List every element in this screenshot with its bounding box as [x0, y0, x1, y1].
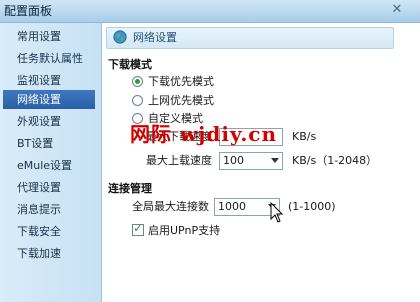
sidebar-item-monitor[interactable]: 监视设置 — [3, 71, 95, 90]
sidebar: 常用设置 任务默认属性 监视设置 网络设置 外观设置 BT设置 eMule设置 … — [0, 23, 102, 302]
max-upload-select[interactable]: 100 — [219, 152, 283, 170]
sidebar-item-network[interactable]: 网络设置 — [3, 90, 95, 109]
watermark: 网际 wjdiy.cn — [130, 122, 278, 146]
upnp-label: 启用UPnP支持 — [148, 224, 221, 237]
panel-header: 网络设置 — [106, 27, 394, 49]
mouse-cursor-icon — [270, 202, 284, 223]
max-connections-value: 1000 — [218, 200, 246, 213]
sidebar-item-task-defaults[interactable]: 任务默认属性 — [3, 49, 95, 68]
max-connections-range: (1-1000) — [288, 200, 336, 213]
radio-button[interactable] — [132, 76, 143, 87]
max-download-unit: KB/s — [292, 130, 317, 143]
max-upload-unit: KB/s（1-2048） — [292, 154, 378, 167]
sidebar-item-bt[interactable]: BT设置 — [3, 134, 95, 153]
config-panel-window: 配置面板 ✕ 常用设置 任务默认属性 监视设置 网络设置 外观设置 BT设置 e… — [0, 0, 420, 302]
window-title: 配置面板 — [4, 4, 53, 18]
download-mode-title: 下载模式 — [108, 58, 152, 71]
chevron-down-icon[interactable] — [271, 158, 279, 163]
panel-title: 网络设置 — [133, 31, 177, 44]
radio-button[interactable] — [132, 95, 143, 106]
sidebar-item-emule[interactable]: eMule设置 — [3, 156, 95, 175]
sidebar-item-download-acceleration[interactable]: 下载加速 — [3, 244, 95, 263]
max-connections-label: 全局最大连接数 — [132, 200, 209, 213]
connection-management-title: 连接管理 — [108, 182, 152, 195]
radio-label: 上网优先模式 — [148, 94, 214, 107]
checkmark-icon: ✓ — [133, 221, 144, 235]
sidebar-item-appearance[interactable]: 外观设置 — [3, 112, 95, 131]
sidebar-item-notifications[interactable]: 消息提示 — [3, 200, 95, 219]
upnp-checkbox[interactable]: ✓ — [132, 221, 144, 236]
radio-label: 下载优先模式 — [148, 75, 214, 88]
max-upload-value: 100 — [223, 154, 244, 167]
close-icon[interactable]: ✕ — [388, 2, 406, 18]
globe-icon — [113, 30, 127, 44]
content-panel: 网络设置 下载模式 下载优先模式 上网优先模式 自定义模式 最大下载速度 KB/… — [102, 23, 420, 302]
title-bar: 配置面板 ✕ — [0, 0, 420, 23]
sidebar-item-download-security[interactable]: 下载安全 — [3, 222, 95, 241]
max-upload-label: 最大上载速度 — [146, 154, 212, 167]
sidebar-item-proxy[interactable]: 代理设置 — [3, 178, 95, 197]
sidebar-item-common[interactable]: 常用设置 — [3, 27, 95, 46]
